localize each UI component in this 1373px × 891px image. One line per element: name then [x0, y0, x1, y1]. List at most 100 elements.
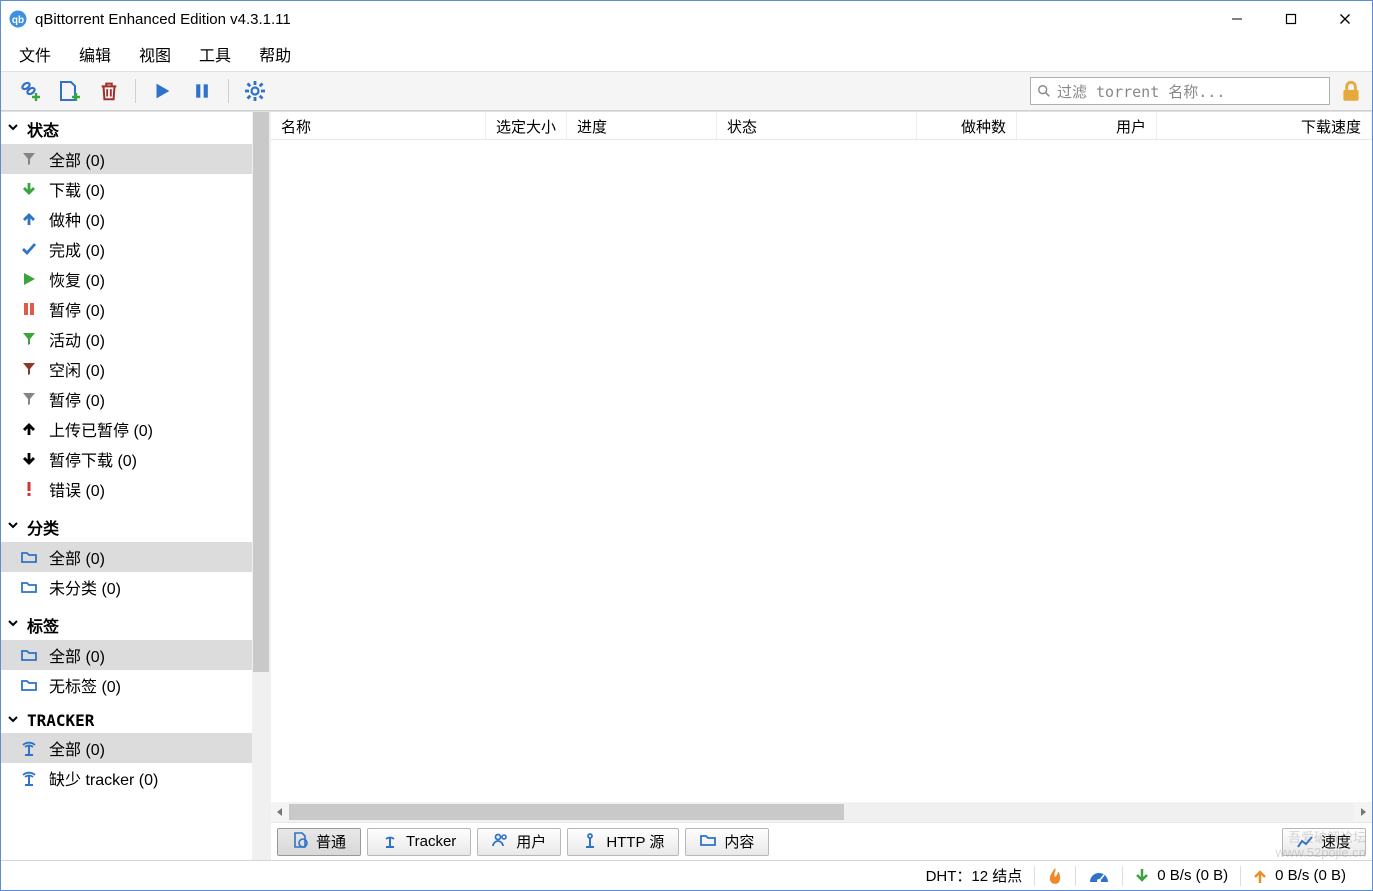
folder-blue-icon	[19, 677, 39, 693]
sidebar-item[interactable]: 活动 (0)	[1, 324, 252, 354]
bang-red-icon	[19, 481, 39, 497]
col-dlspeed[interactable]: 下载速度	[1157, 112, 1372, 139]
scroll-track[interactable]	[289, 803, 1354, 821]
horizontal-scrollbar[interactable]	[271, 802, 1372, 822]
sidebar-item[interactable]: 暂停下载 (0)	[1, 444, 252, 474]
speedometer-icon	[1088, 869, 1110, 883]
funnel-gray-icon	[19, 391, 39, 407]
sidebar-item-label: 错误 (0)	[49, 477, 105, 501]
tab-Tracker[interactable]: Tracker	[367, 828, 471, 856]
sidebar-item-label: 恢复 (0)	[49, 267, 105, 291]
menu-edit[interactable]: 编辑	[65, 38, 125, 70]
sidebar-section-title: 状态	[27, 117, 59, 141]
delete-button[interactable]	[91, 75, 127, 107]
col-progress[interactable]: 进度	[567, 112, 717, 139]
sidebar-scroll-thumb[interactable]	[253, 112, 269, 672]
status-upload[interactable]: 0 B/s (0 B)	[1241, 867, 1358, 884]
sidebar-item[interactable]: 无标签 (0)	[1, 670, 252, 700]
arrow-down-icon	[1135, 868, 1149, 884]
filter-placeholder: 过滤 torrent 名称...	[1057, 81, 1225, 102]
sidebar-section-header[interactable]: 标签	[1, 610, 252, 640]
tab-内容[interactable]: 内容	[685, 828, 769, 856]
sidebar-item[interactable]: 下载 (0)	[1, 174, 252, 204]
sidebar-item[interactable]: 暂停 (0)	[1, 294, 252, 324]
sidebar-item[interactable]: 暂停 (0)	[1, 384, 252, 414]
pause-red-icon	[19, 301, 39, 317]
search-icon	[1037, 84, 1051, 98]
status-firewall[interactable]	[1035, 867, 1075, 885]
play-green-icon	[19, 271, 39, 287]
col-peers[interactable]: 用户	[1017, 112, 1157, 139]
resume-button[interactable]	[144, 75, 180, 107]
chevron-down-icon	[7, 712, 19, 730]
sidebar-section-header[interactable]: 状态	[1, 114, 252, 144]
sidebar-section-header[interactable]: TRACKER	[1, 708, 252, 733]
sidebar-item[interactable]: 错误 (0)	[1, 474, 252, 504]
body: 状态全部 (0) 下载 (0) 做种 (0)完成 (0) 恢复 (0) 暂停 (0) 活动…	[1, 111, 1372, 860]
app-icon: qb	[9, 10, 27, 28]
menu-tools[interactable]: 工具	[185, 38, 245, 70]
col-name[interactable]: 名称	[271, 112, 486, 139]
title-bar: qb qBittorrent Enhanced Edition v4.3.1.1…	[1, 1, 1372, 37]
status-dht[interactable]: DHT：12 结点	[914, 865, 1035, 886]
tracker-icon	[382, 832, 398, 852]
sidebar-section-header[interactable]: 分类	[1, 512, 252, 542]
arrow-up-blue-icon	[19, 211, 39, 227]
folder-icon	[700, 832, 716, 852]
sidebar-item[interactable]: 完成 (0)	[1, 234, 252, 264]
add-link-button[interactable]	[11, 75, 47, 107]
tab-用户[interactable]: 用户	[477, 828, 561, 856]
funnel-maroon-icon	[19, 361, 39, 377]
sidebar-item[interactable]: 全部 (0)	[1, 144, 252, 174]
arrow-down-green-icon	[19, 181, 39, 197]
minimize-button[interactable]	[1210, 1, 1264, 37]
col-seeds[interactable]: 做种数	[917, 112, 1017, 139]
col-status[interactable]: 状态	[717, 112, 917, 139]
col-size[interactable]: 选定大小	[486, 112, 567, 139]
window-title: qBittorrent Enhanced Edition v4.3.1.11	[35, 11, 1210, 28]
sidebar-item[interactable]: 恢复 (0)	[1, 264, 252, 294]
sidebar-section-title: 分类	[27, 515, 59, 539]
sidebar-item-label: 全部 (0)	[49, 545, 105, 569]
sidebar-item-label: 暂停 (0)	[49, 297, 105, 321]
scroll-left-button[interactable]	[271, 803, 289, 821]
maximize-button[interactable]	[1264, 1, 1318, 37]
sidebar-item[interactable]: 全部 (0)	[1, 542, 252, 572]
sidebar-item[interactable]: 上传已暂停 (0)	[1, 414, 252, 444]
scroll-right-button[interactable]	[1354, 803, 1372, 821]
lock-button[interactable]	[1338, 78, 1364, 104]
window-controls	[1210, 1, 1372, 37]
status-altspeed[interactable]	[1076, 869, 1122, 883]
sidebar-item-label: 无标签 (0)	[49, 673, 121, 697]
menu-help[interactable]: 帮助	[245, 38, 305, 70]
sidebar-section-title: TRACKER	[27, 711, 94, 730]
svg-text:qb: qb	[12, 15, 24, 26]
arrow-up-icon	[1253, 868, 1267, 884]
sidebar-item[interactable]: 做种 (0)	[1, 204, 252, 234]
tab-label: 内容	[724, 831, 754, 852]
sidebar-item[interactable]: 全部 (0)	[1, 733, 252, 763]
detail-tabs: 普通Tracker用户HTTP 源内容 速度	[271, 822, 1372, 860]
pause-button[interactable]	[184, 75, 220, 107]
sidebar-item[interactable]: 空闲 (0)	[1, 354, 252, 384]
menu-view[interactable]: 视图	[125, 38, 185, 70]
torrent-list[interactable]	[271, 140, 1372, 802]
sidebar-scrollbar[interactable]	[252, 112, 270, 860]
close-button[interactable]	[1318, 1, 1372, 37]
filter-input[interactable]: 过滤 torrent 名称...	[1030, 77, 1330, 105]
add-torrent-button[interactable]	[51, 75, 87, 107]
tab-label: Tracker	[406, 833, 456, 850]
sidebar-item[interactable]: 全部 (0)	[1, 640, 252, 670]
sidebar-item-label: 下载 (0)	[49, 177, 105, 201]
chevron-down-icon	[7, 518, 19, 536]
tab-普通[interactable]: 普通	[277, 828, 361, 856]
sidebar-item-label: 未分类 (0)	[49, 575, 121, 599]
scroll-thumb[interactable]	[289, 804, 844, 820]
settings-button[interactable]	[237, 75, 273, 107]
tab-HTTP 源[interactable]: HTTP 源	[567, 828, 679, 856]
sidebar-item[interactable]: 缺少 tracker (0)	[1, 763, 252, 793]
column-headers[interactable]: 名称 选定大小 进度 状态 做种数 用户 下载速度	[271, 112, 1372, 140]
sidebar-item[interactable]: 未分类 (0)	[1, 572, 252, 602]
status-download[interactable]: 0 B/s (0 B)	[1123, 867, 1240, 884]
menu-file[interactable]: 文件	[5, 38, 65, 70]
